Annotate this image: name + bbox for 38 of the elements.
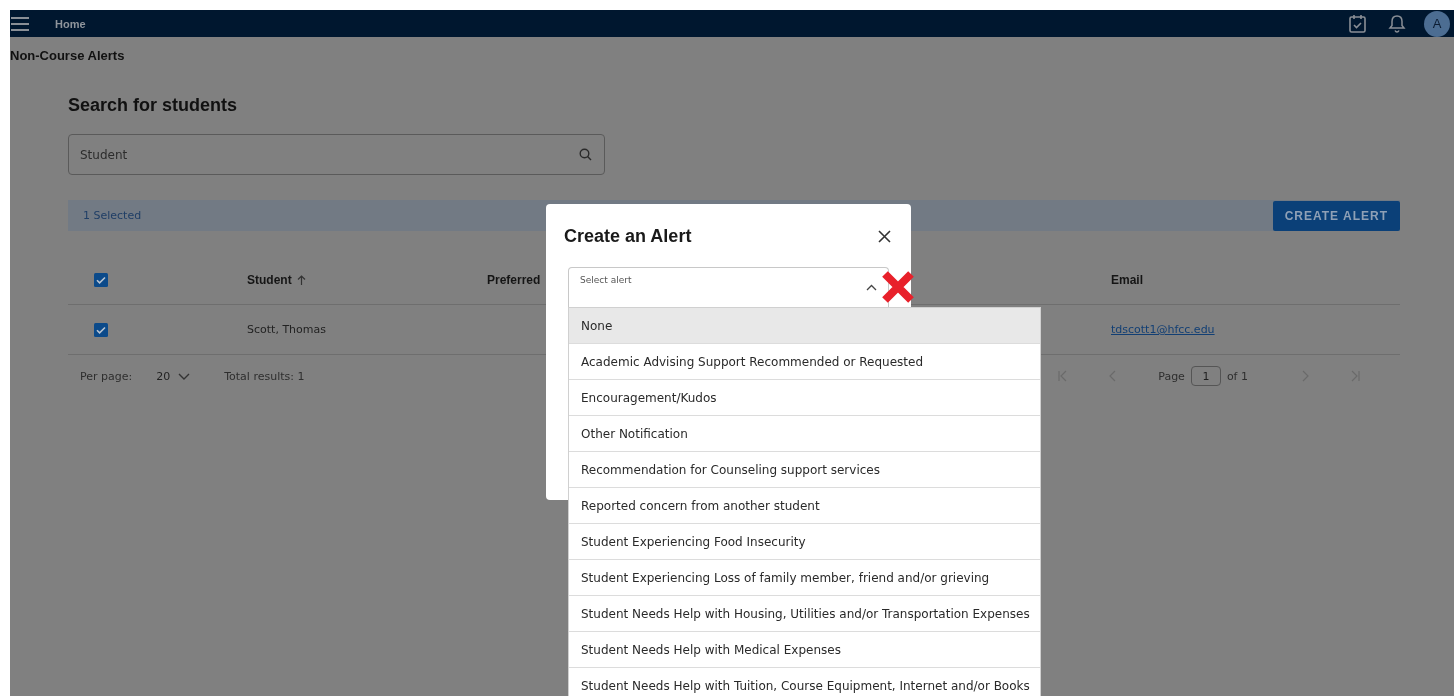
section-heading: Search for students (68, 95, 239, 117)
dropdown-option[interactable]: Student Experiencing Food Insecurity (569, 524, 1040, 560)
menu-icon[interactable] (11, 15, 29, 32)
page-label: Page (1158, 369, 1185, 383)
dialog-title: Create an Alert (564, 225, 692, 247)
per-page-select[interactable]: 20 (156, 369, 191, 383)
dropdown-option[interactable]: Student Needs Help with Housing, Utilities and/or Transportation Expenses (569, 596, 1040, 632)
chevron-down-icon[interactable] (178, 372, 191, 380)
dropdown-option[interactable]: Academic Advising Support Recommended or Requested (569, 344, 1040, 380)
notification-bell-icon[interactable] (1388, 14, 1406, 33)
checkbox[interactable] (94, 272, 108, 287)
dropdown-option[interactable]: Recommendation for Counseling support services (569, 452, 1040, 488)
dropdown-option[interactable]: None (569, 308, 1040, 344)
selection-count: 1 Selected (83, 209, 142, 222)
table-cell: Scott, Thomas (247, 323, 326, 336)
create-alert-button[interactable]: CREATE ALERT (1272, 200, 1400, 231)
column-header[interactable]: Preferred (487, 272, 541, 287)
page-number-field[interactable]: 1 (1190, 366, 1221, 386)
close-icon[interactable] (878, 229, 891, 243)
dropdown-option[interactable]: Student Needs Help with Tuition, Course Equipment, Internet and/or Books (569, 668, 1040, 696)
checkbox[interactable] (94, 322, 108, 337)
page-title: Non-Course Alerts (10, 47, 126, 65)
total-results: Total results: 1 (224, 369, 305, 383)
calendar-check-icon[interactable] (1349, 14, 1366, 33)
dropdown-option[interactable]: Other Notification (569, 416, 1040, 452)
page-count: of 1 (1226, 369, 1248, 383)
search-icon[interactable] (579, 148, 592, 161)
sort-arrow-icon[interactable] (296, 274, 306, 285)
dropdown-option[interactable]: Encouragement/Kudos (569, 380, 1040, 416)
nav-title[interactable]: Home (55, 17, 86, 30)
column-header[interactable]: Email (1111, 272, 1143, 287)
cross-mark-icon (881, 270, 915, 304)
dropdown-option[interactable]: Student Experiencing Loss of family member, friend and/or grieving (569, 560, 1040, 596)
per-page-label: Per page: (80, 369, 133, 383)
dropdown-option[interactable]: Student Needs Help with Medical Expenses (569, 632, 1040, 668)
search-field[interactable]: Student (68, 134, 605, 175)
column-header[interactable]: Student (247, 272, 292, 287)
dropdown-option[interactable]: Reported concern from another student (569, 488, 1040, 524)
